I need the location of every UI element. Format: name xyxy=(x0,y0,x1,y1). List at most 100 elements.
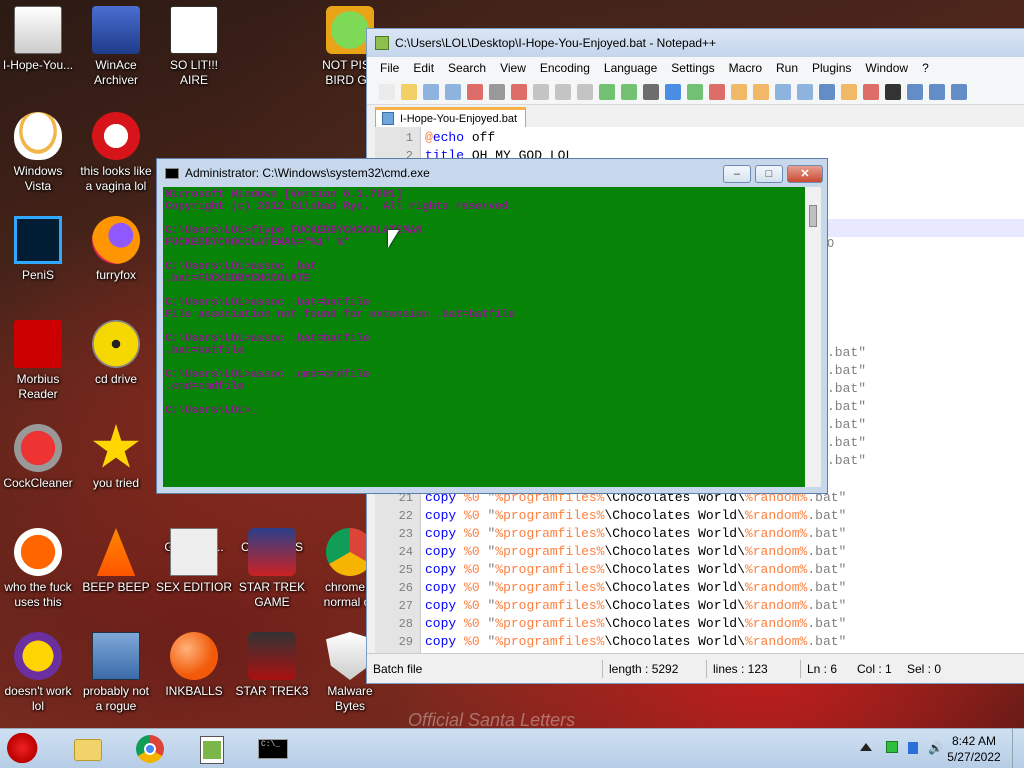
status-sel: Sel : 0 xyxy=(907,661,942,676)
taskbar-clock[interactable]: 8:42 AM 5/27/2022 xyxy=(938,733,1010,765)
toolbar-button-icon[interactable] xyxy=(863,83,879,100)
toolbar-button-icon[interactable] xyxy=(643,83,659,100)
menu-plugins[interactable]: Plugins xyxy=(805,61,858,75)
console-line: C:\Users\LOL>assoc .bat=batfile xyxy=(165,333,370,345)
desktop-icon-lightning[interactable]: who the fuck uses this xyxy=(0,528,76,610)
code-line[interactable]: 27 copy %0 "%programfiles%\Chocolates Wor… xyxy=(375,597,1024,615)
toolbar-button-icon[interactable] xyxy=(621,83,637,100)
code-line[interactable]: 26 copy %0 "%programfiles%\Chocolates Wor… xyxy=(375,579,1024,597)
desktop-icon-opera[interactable]: this looks like a vagina lol xyxy=(78,112,154,194)
desktop-icon-star-wars[interactable]: STAR TREK GAME xyxy=(234,528,310,610)
code-line[interactable]: 25 copy %0 "%programfiles%\Chocolates Wor… xyxy=(375,561,1024,579)
opera-icon xyxy=(92,112,140,160)
menu-search[interactable]: Search xyxy=(441,61,493,75)
desktop-icon-pdf-reader[interactable]: Morbius Reader xyxy=(0,320,76,402)
toolbar-button-icon[interactable] xyxy=(467,83,483,100)
toolbar-button-icon[interactable] xyxy=(797,83,813,100)
desktop-icon-star[interactable]: you tried xyxy=(78,424,154,491)
show-hidden-icons-arrow[interactable] xyxy=(860,743,872,751)
toolbar-button-icon[interactable] xyxy=(929,83,945,100)
notepad-titlebar[interactable]: C:\Users\LOL\Desktop\I-Hope-You-Enjoyed.… xyxy=(367,29,1024,57)
star-icon xyxy=(92,424,140,468)
chrome-icon[interactable] xyxy=(134,733,168,765)
notepad-tabbar: I-Hope-You-Enjoyed.bat xyxy=(367,105,1024,127)
menu-view[interactable]: View xyxy=(493,61,533,75)
partial-code-fragment: .bat" xyxy=(827,399,867,414)
explorer-folder-icon[interactable] xyxy=(72,733,106,765)
desktop-icon-cd-drive[interactable]: cd drive xyxy=(78,320,154,387)
menu-language[interactable]: Language xyxy=(597,61,664,75)
toolbar-button-icon[interactable] xyxy=(379,83,395,100)
toolbar-button-icon[interactable] xyxy=(555,83,571,100)
notepad-plus-plus-icon[interactable] xyxy=(196,733,230,765)
toolbar-button-icon[interactable] xyxy=(907,83,923,100)
menu-file[interactable]: File xyxy=(373,61,406,75)
desktop-icon-photoshop[interactable]: PeniS xyxy=(0,216,76,283)
minimize-button[interactable]: – xyxy=(723,165,751,183)
toolbar-button-icon[interactable] xyxy=(775,83,791,100)
desktop-icon-label: doesn't work lol xyxy=(4,684,72,713)
flag-icon[interactable] xyxy=(908,742,918,754)
toolbar-button-icon[interactable] xyxy=(665,83,681,100)
status-ln: Ln : 6 xyxy=(807,661,838,676)
maximize-button[interactable]: □ xyxy=(755,165,783,183)
angry-birds-start-icon[interactable] xyxy=(6,733,46,765)
photoshop-icon xyxy=(14,216,62,264)
console-line: C:\Users\LOL>_ xyxy=(165,405,258,417)
notepad-menubar: File Edit Search View Encoding Language Settin… xyxy=(367,57,1024,79)
desktop-icon-solitaire[interactable]: SO LIT!!! AIRE xyxy=(156,6,232,88)
desktop-icon-settings-monitor[interactable]: probably not a rogue xyxy=(78,632,154,714)
desktop-icon-hxd[interactable]: SEX EDITIOR xyxy=(156,528,232,595)
toolbar-button-icon[interactable] xyxy=(599,83,615,100)
toolbar-button-icon[interactable] xyxy=(687,83,703,100)
scroll-thumb[interactable] xyxy=(809,205,817,227)
desktop-icon-egg[interactable]: Windows Vista xyxy=(0,112,76,194)
cmd-window[interactable]: Administrator: C:\Windows\system32\cmd.e… xyxy=(156,158,828,494)
toolbar-button-icon[interactable] xyxy=(753,83,769,100)
desktop-icon-vlc[interactable]: BEEP BEEP xyxy=(78,528,154,595)
toolbar-button-icon[interactable] xyxy=(577,83,593,100)
toolbar-button-icon[interactable] xyxy=(731,83,747,100)
menu-help[interactable]: ? xyxy=(915,61,936,75)
code-line[interactable]: 22 copy %0 "%programfiles%\Chocolates Wor… xyxy=(375,507,1024,525)
toolbar-button-icon[interactable] xyxy=(709,83,725,100)
code-line[interactable]: 24 copy %0 "%programfiles%\Chocolates Wor… xyxy=(375,543,1024,561)
console-line: Copyright (c) 2012 Dilshad Rys. All righ… xyxy=(165,201,515,213)
tab-i-hope-you-enjoyed[interactable]: I-Hope-You-Enjoyed.bat xyxy=(375,107,527,127)
console-scrollbar[interactable] xyxy=(805,187,821,487)
toolbar-button-icon[interactable] xyxy=(885,83,901,100)
menu-macro[interactable]: Macro xyxy=(722,61,769,75)
toolbar-button-icon[interactable] xyxy=(511,83,527,100)
menu-settings[interactable]: Settings xyxy=(664,61,721,75)
code-line[interactable]: 23 copy %0 "%programfiles%\Chocolates Wor… xyxy=(375,525,1024,543)
desktop-icon-label: STAR TREK GAME xyxy=(238,580,306,609)
menu-encoding[interactable]: Encoding xyxy=(533,61,597,75)
cmd-icon[interactable]: C:\_ xyxy=(256,733,290,765)
toolbar-button-icon[interactable] xyxy=(819,83,835,100)
menu-run[interactable]: Run xyxy=(769,61,805,75)
show-desktop-button[interactable] xyxy=(1012,729,1024,768)
desktop-icon-ccleaner[interactable]: CockCleaner xyxy=(0,424,76,491)
menu-edit[interactable]: Edit xyxy=(406,61,441,75)
desktop-icon-inkball[interactable]: INKBALLS xyxy=(156,632,232,699)
code-line[interactable]: 1 @echo off xyxy=(375,129,1024,147)
code-line[interactable]: 28 copy %0 "%programfiles%\Chocolates Wor… xyxy=(375,615,1024,633)
toolbar-button-icon[interactable] xyxy=(533,83,549,100)
desktop-icon-bat-file[interactable]: I-Hope-You... xyxy=(0,6,76,73)
close-button[interactable]: ✕ xyxy=(787,165,823,183)
toolbar-button-icon[interactable] xyxy=(423,83,439,100)
desktop-icon-star-wars-3[interactable]: STAR TREK3 xyxy=(234,632,310,699)
toolbar-button-icon[interactable] xyxy=(489,83,505,100)
desktop-icon-firefox[interactable]: furryfox xyxy=(78,216,154,283)
toolbar-button-icon[interactable] xyxy=(401,83,417,100)
menu-window[interactable]: Window xyxy=(858,61,915,75)
toolbar-button-icon[interactable] xyxy=(951,83,967,100)
desktop-icon-yahoo-messenger[interactable]: doesn't work lol xyxy=(0,632,76,714)
code-line[interactable]: 29 copy %0 "%programfiles%\Chocolates Wor… xyxy=(375,633,1024,651)
console-output[interactable]: Microsoft Windows [Version 6.1.7601] Copy… xyxy=(163,187,805,487)
network-status-icon[interactable] xyxy=(886,741,898,753)
toolbar-button-icon[interactable] xyxy=(445,83,461,100)
desktop-icon-archiver[interactable]: WinAce Archiver xyxy=(78,6,154,88)
toolbar-button-icon[interactable] xyxy=(841,83,857,100)
star-wars-icon xyxy=(248,528,296,576)
